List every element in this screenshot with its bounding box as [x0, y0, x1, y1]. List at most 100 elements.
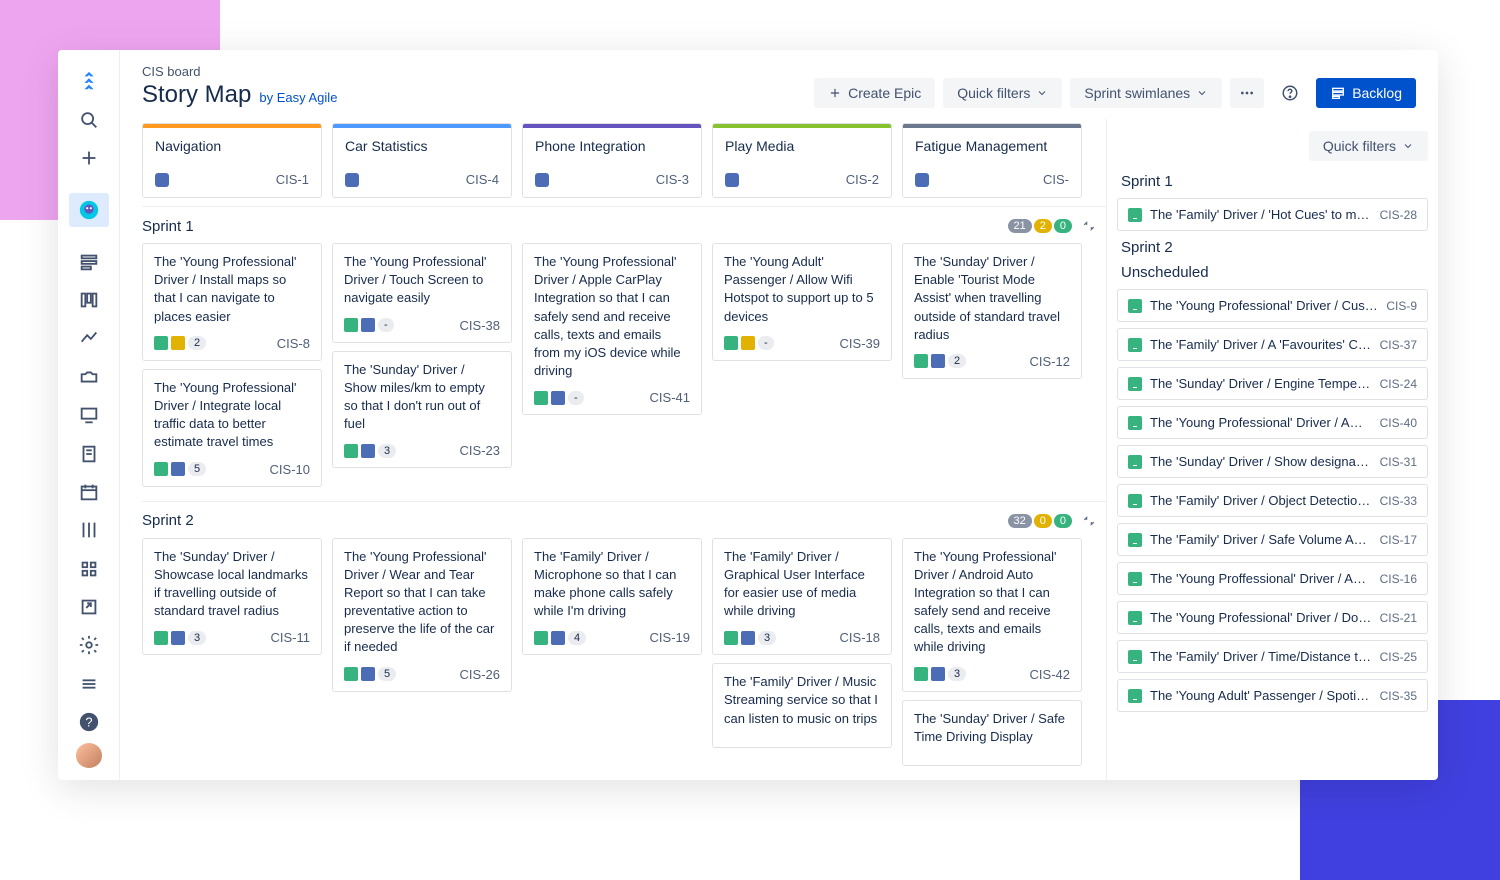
card-key: CIS-39: [840, 336, 880, 351]
card-estimate: 5: [378, 667, 396, 681]
card-estimate: 3: [758, 631, 776, 645]
story-card[interactable]: The 'Family' Driver / Microphone so that…: [522, 538, 702, 656]
panel-item[interactable]: The 'Young Professional' Driver / Do No……: [1117, 601, 1428, 634]
screen-nav-icon[interactable]: [69, 398, 109, 432]
story-card[interactable]: The 'Young Professional' Driver / Androi…: [902, 538, 1082, 692]
story-card[interactable]: The 'Young Professional' Driver / Apple …: [522, 243, 702, 415]
swimlanes-button[interactable]: Sprint swimlanes: [1070, 78, 1222, 108]
panel-item[interactable]: The 'Sunday' Driver / Engine Temperatu… …: [1117, 367, 1428, 400]
collapse-icon[interactable]: [1078, 215, 1100, 237]
panel-item-text: The 'Family' Driver / Object Detection f…: [1150, 493, 1372, 508]
epic-name: Car Statistics: [345, 138, 499, 154]
epic-card[interactable]: Navigation CIS-1: [142, 123, 322, 198]
by-line[interactable]: by Easy Agile: [259, 90, 337, 105]
search-icon[interactable]: [69, 102, 109, 136]
panel-item[interactable]: The 'Young Professional' Driver / Custom…: [1117, 289, 1428, 322]
reports-nav-icon[interactable]: [69, 321, 109, 355]
roadmap-nav-icon[interactable]: [69, 513, 109, 547]
panel-item[interactable]: The 'Sunday' Driver / Show designated '……: [1117, 445, 1428, 478]
card-text: The 'Sunday' Driver / Showcase local lan…: [154, 548, 310, 621]
epic-type-icon: [345, 173, 359, 187]
sprint-count-yellow: 2: [1034, 219, 1052, 233]
story-icon: [1128, 338, 1142, 352]
more-actions-button[interactable]: [1230, 78, 1264, 108]
panel-item[interactable]: The 'Young Professional' Driver / Amaz… …: [1117, 406, 1428, 439]
epic-type-icon: [535, 173, 549, 187]
panel-item-key: CIS-17: [1380, 533, 1417, 547]
help-button[interactable]: [1272, 77, 1308, 109]
card-text: The 'Family' Driver / Music Streaming se…: [724, 673, 880, 728]
card-badge-icon: [914, 354, 928, 368]
card-badge-icon: [171, 336, 185, 350]
user-avatar[interactable]: [76, 743, 102, 768]
menu-nav-icon[interactable]: [69, 666, 109, 700]
settings-nav-icon[interactable]: [69, 628, 109, 662]
card-key: CIS-8: [277, 336, 310, 351]
panel-item-text: The 'Sunday' Driver / Show designated '…: [1150, 454, 1372, 469]
story-card[interactable]: The 'Young Professional' Driver / Integr…: [142, 369, 322, 487]
story-card[interactable]: The 'Family' Driver / Music Streaming se…: [712, 663, 892, 748]
panel-item[interactable]: The 'Family' Driver / 'Hot Cues' to make…: [1117, 198, 1428, 231]
epic-card[interactable]: Phone Integration CIS-3: [522, 123, 702, 198]
panel-item[interactable]: The 'Family' Driver / Safe Volume Adjus……: [1117, 523, 1428, 556]
sprint-header: Sprint 1 21 2 0: [142, 207, 1106, 243]
panel-item-text: The 'Family' Driver / A 'Favourites' Con…: [1150, 337, 1372, 352]
panel-quick-filters-button[interactable]: Quick filters: [1309, 131, 1428, 161]
card-badge-icon: [931, 354, 945, 368]
app-icon[interactable]: [69, 193, 109, 227]
panel-item-text: The 'Young Professional' Driver / Do No…: [1150, 610, 1372, 625]
story-card[interactable]: The 'Sunday' Driver / Showcase local lan…: [142, 538, 322, 656]
pages-nav-icon[interactable]: [69, 436, 109, 470]
epic-card[interactable]: Fatigue Management CIS-: [902, 123, 1082, 198]
jira-logo-icon[interactable]: [69, 64, 109, 98]
epics-row: Navigation CIS-1 Car Statistics CIS-4 Ph…: [142, 119, 1106, 206]
shortcut-nav-icon[interactable]: [69, 590, 109, 624]
panel-item[interactable]: The 'Young Adult' Passenger / Spotify In…: [1117, 679, 1428, 712]
story-card[interactable]: The 'Young Professional' Driver / Touch …: [332, 243, 512, 343]
components-nav-icon[interactable]: [69, 551, 109, 585]
create-icon[interactable]: [69, 141, 109, 175]
panel-item-key: CIS-24: [1380, 377, 1417, 391]
story-card[interactable]: The 'Young Professional' Driver / Wear a…: [332, 538, 512, 692]
epic-key: CIS-3: [656, 172, 689, 187]
create-epic-button[interactable]: Create Epic: [814, 78, 935, 108]
releases-nav-icon[interactable]: [69, 360, 109, 394]
panel-item[interactable]: The 'Family' Driver / Object Detection f…: [1117, 484, 1428, 517]
panel-item[interactable]: The 'Young Proffessional' Driver / Aux C…: [1117, 562, 1428, 595]
card-estimate: 3: [188, 631, 206, 645]
story-card[interactable]: The 'Sunday' Driver / Enable 'Tourist Mo…: [902, 243, 1082, 379]
card-badge-icon: [741, 631, 755, 645]
story-card[interactable]: The 'Family' Driver / Graphical User Int…: [712, 538, 892, 656]
card-badge-icon: [724, 631, 738, 645]
collapse-icon[interactable]: [1078, 510, 1100, 532]
breadcrumb[interactable]: CIS board: [142, 64, 814, 79]
story-card[interactable]: The 'Young Adult' Passenger / Allow Wifi…: [712, 243, 892, 361]
panel-item-text: The 'Sunday' Driver / Engine Temperatu…: [1150, 376, 1372, 391]
panel-item-text: The 'Family' Driver / Time/Distance to m…: [1150, 649, 1372, 664]
epic-card[interactable]: Play Media CIS-2: [712, 123, 892, 198]
epic-key: CIS-4: [466, 172, 499, 187]
story-icon: [1128, 494, 1142, 508]
card-text: The 'Young Professional' Driver / Touch …: [344, 253, 500, 308]
story-icon: [1128, 611, 1142, 625]
card-key: CIS-11: [271, 630, 311, 645]
quick-filters-button[interactable]: Quick filters: [943, 78, 1062, 108]
panel-item-key: CIS-16: [1380, 572, 1417, 586]
panel-item-key: CIS-40: [1380, 416, 1417, 430]
panel-item[interactable]: The 'Family' Driver / Time/Distance to m…: [1117, 640, 1428, 673]
story-card[interactable]: The 'Young Professional' Driver / Instal…: [142, 243, 322, 361]
help-icon: [1281, 84, 1299, 102]
story-card[interactable]: The 'Sunday' Driver / Safe Time Driving …: [902, 700, 1082, 766]
backlog-nav-icon[interactable]: [69, 245, 109, 279]
backlog-button[interactable]: Backlog: [1316, 78, 1416, 108]
epic-name: Navigation: [155, 138, 309, 154]
story-card[interactable]: The 'Sunday' Driver / Show miles/km to e…: [332, 351, 512, 469]
epic-card[interactable]: Car Statistics CIS-4: [332, 123, 512, 198]
help-nav-icon[interactable]: ?: [69, 705, 109, 739]
calendar-nav-icon[interactable]: [69, 475, 109, 509]
card-key: CIS-12: [1030, 354, 1070, 369]
card-key: CIS-18: [840, 630, 880, 645]
card-badge-icon: [914, 667, 928, 681]
panel-item[interactable]: The 'Family' Driver / A 'Favourites' Con…: [1117, 328, 1428, 361]
board-nav-icon[interactable]: [69, 283, 109, 317]
